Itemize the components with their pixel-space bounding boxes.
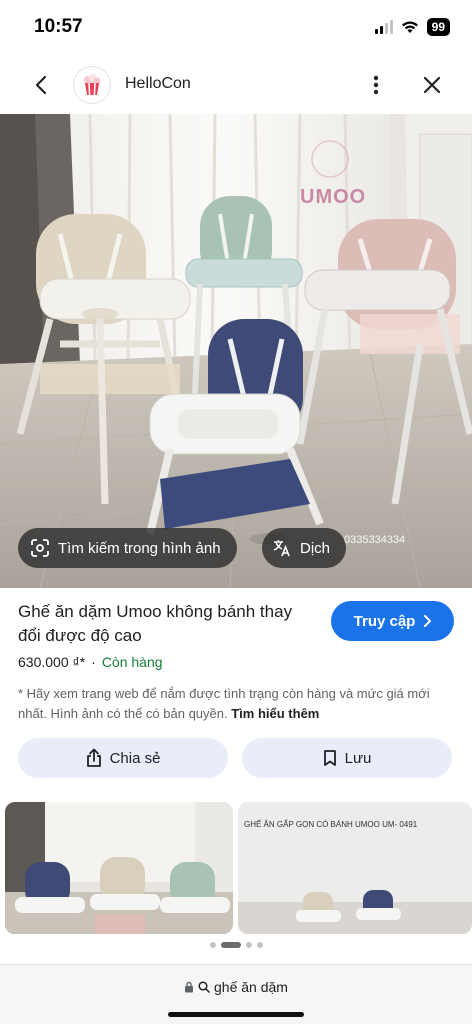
share-button[interactable]: Chia sẻ [18, 738, 228, 778]
related-caption: GHẾ ĂN GẤP GỌN CÓ BÁNH UMOO UM- 0491 [244, 820, 418, 829]
search-icon [198, 981, 210, 993]
price-row: 630.000 ₫* · Còn hàng [18, 654, 163, 670]
stock-status: Còn hàng [101, 654, 163, 670]
price: 630.000 ₫* [18, 654, 86, 670]
status-icons: 99 [374, 18, 450, 36]
close-button[interactable] [418, 70, 446, 100]
signal-icon [374, 20, 393, 34]
product-photo [0, 114, 472, 588]
image-search-chip[interactable]: Tìm kiếm trong hình ảnh [18, 528, 237, 568]
address-query: ghế ăn dặm [214, 979, 288, 995]
chevron-right-icon [424, 615, 432, 627]
more-options-button[interactable] [362, 70, 390, 100]
more-vert-icon [373, 75, 379, 95]
close-icon [423, 76, 441, 94]
bookmark-icon [323, 750, 336, 766]
save-button[interactable]: Lưu [242, 738, 452, 778]
learn-more-link[interactable]: Tìm hiểu thêm [231, 706, 319, 721]
visit-label: Truy cập [353, 612, 416, 630]
translate-chip[interactable]: Dịch [262, 528, 347, 568]
wifi-icon [401, 21, 418, 33]
visit-button[interactable]: Truy cập [331, 601, 454, 641]
price-separator: · [91, 654, 96, 670]
address-field[interactable]: ghế ăn dặm [0, 979, 472, 995]
status-bar: 10:57 99 [0, 0, 472, 56]
site-name: HelloCon [125, 75, 191, 92]
popcorn-logo-icon [84, 74, 101, 96]
save-label: Lưu [344, 749, 372, 767]
pager-dot[interactable] [209, 942, 216, 948]
related-image[interactable] [5, 802, 233, 934]
battery-indicator: 99 [426, 18, 450, 36]
back-button[interactable] [26, 70, 56, 100]
pager-dot[interactable] [245, 942, 252, 948]
related-image[interactable]: GHẾ ĂN GẤP GỌN CÓ BÁNH UMOO UM- 0491 [238, 802, 472, 934]
lens-icon [31, 539, 49, 557]
image-search-label: Tìm kiếm trong hình ảnh [58, 539, 221, 557]
pager-dot-active[interactable] [220, 942, 241, 948]
availability-notice: * Hãy xem trang web để nắm được tình trạ… [18, 684, 458, 724]
notice-text: * Hãy xem trang web để nắm được tình trạ… [18, 686, 430, 721]
product-title: Ghế ăn dặm Umoo không bánh thay đổi được… [18, 602, 293, 645]
lock-icon [185, 981, 194, 993]
related-photo [5, 802, 233, 934]
share-icon [86, 748, 101, 767]
product-image[interactable]: UMOO Tìm kiếm trong hình ảnh Dịch 033533… [0, 114, 472, 588]
phone-watermark: 0335334334 [344, 534, 406, 546]
brand-watermark: UMOO [300, 186, 367, 208]
share-label: Chia sẻ [109, 749, 161, 767]
pager-dot[interactable] [256, 942, 263, 948]
bottom-address-bar: ghế ăn dặm [0, 964, 472, 1024]
translate-label: Dịch [300, 539, 331, 557]
chevron-left-icon [35, 75, 47, 95]
pager-dots [0, 942, 472, 948]
status-time: 10:57 [34, 16, 83, 37]
home-indicator[interactable] [168, 1012, 304, 1017]
browser-topbar: HelloCon [0, 56, 472, 114]
site-logo [73, 66, 111, 104]
translate-icon [273, 540, 290, 557]
